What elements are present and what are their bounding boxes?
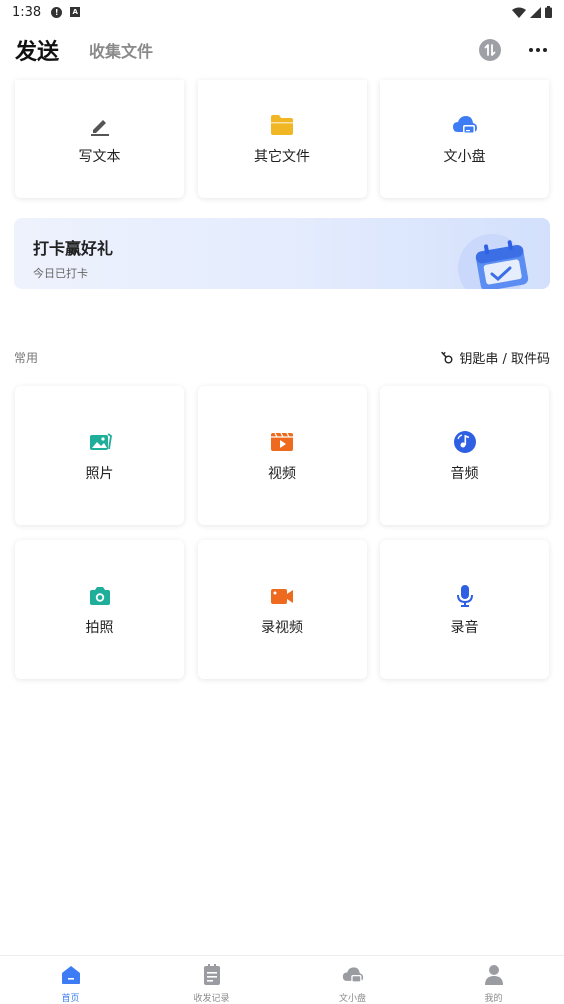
common-section-header: 常用 钥匙串 / 取件码 bbox=[14, 347, 550, 367]
audio-card[interactable]: 音频 bbox=[380, 386, 549, 525]
nav-item-home[interactable]: 首页 bbox=[0, 956, 141, 1004]
cloud-drive-card[interactable]: 文小盘 bbox=[380, 80, 549, 198]
tab-collect-files[interactable]: 收集文件 bbox=[89, 38, 153, 62]
banner-title: 打卡赢好礼 bbox=[33, 239, 114, 258]
section-title: 常用 bbox=[14, 350, 39, 365]
card-label: 录音 bbox=[450, 619, 479, 636]
nav-label: 收发记录 bbox=[193, 994, 230, 1004]
video-camera-icon bbox=[269, 583, 295, 609]
nav-label: 文小盘 bbox=[338, 994, 366, 1004]
record-audio-card[interactable]: 录音 bbox=[380, 540, 549, 679]
video-card[interactable]: 视频 bbox=[197, 386, 367, 525]
section-link-label: 钥匙串 / 取件码 bbox=[459, 351, 550, 367]
status-bar: 1:38 ! A bbox=[0, 0, 564, 24]
battery-icon bbox=[545, 6, 552, 18]
camera-icon bbox=[87, 583, 113, 609]
card-label: 写文本 bbox=[78, 149, 121, 165]
nav-item-profile[interactable]: 我的 bbox=[423, 956, 564, 1004]
more-button[interactable] bbox=[527, 44, 549, 56]
common-grid-row-1: 照片 视频 音频 bbox=[15, 386, 549, 525]
home-icon bbox=[60, 964, 82, 986]
checkin-banner[interactable]: 打卡赢好礼 今日已打卡 bbox=[14, 218, 550, 289]
key-icon bbox=[441, 351, 453, 363]
card-label: 录视频 bbox=[261, 619, 303, 636]
card-label: 照片 bbox=[85, 465, 114, 482]
tab-send[interactable]: 发送 bbox=[15, 34, 59, 66]
record-video-card[interactable]: 录视频 bbox=[197, 540, 367, 679]
nav-item-cloud-drive[interactable]: 文小盘 bbox=[282, 956, 423, 1004]
card-label: 拍照 bbox=[85, 619, 114, 636]
nav-label: 首页 bbox=[61, 994, 80, 1004]
cloud-drive-icon bbox=[452, 112, 478, 138]
bottom-nav: 首页 收发记录 文小盘 我的 bbox=[0, 955, 564, 1004]
calendar-check-icon bbox=[458, 234, 529, 289]
signal-icon bbox=[530, 6, 541, 18]
folder-icon bbox=[269, 112, 295, 138]
other-files-card[interactable]: 其它文件 bbox=[197, 80, 367, 198]
transfer-button[interactable] bbox=[479, 39, 501, 61]
profile-icon bbox=[483, 964, 505, 986]
video-icon bbox=[269, 429, 295, 455]
pencil-icon bbox=[87, 112, 113, 138]
app-notification-icon: A bbox=[70, 7, 81, 17]
keychain-pickup-code-link[interactable]: 钥匙串 / 取件码 bbox=[441, 348, 550, 367]
photo-icon bbox=[87, 429, 113, 455]
card-label: 音频 bbox=[450, 465, 479, 482]
notification-icon: ! bbox=[51, 6, 63, 18]
banner-subtitle: 今日已打卡 bbox=[33, 267, 88, 280]
records-icon bbox=[201, 964, 223, 986]
more-dot-icon bbox=[536, 48, 540, 52]
audio-icon bbox=[452, 429, 478, 455]
nav-label: 我的 bbox=[484, 994, 503, 1004]
more-dot-icon bbox=[543, 48, 547, 52]
common-grid-row-2: 拍照 录视频 录音 bbox=[15, 540, 549, 679]
status-indicators bbox=[512, 6, 552, 18]
card-label: 其它文件 bbox=[254, 149, 310, 165]
write-text-card[interactable]: 写文本 bbox=[15, 80, 184, 198]
nav-item-records[interactable]: 收发记录 bbox=[141, 956, 282, 1004]
cloud-drive-icon bbox=[342, 964, 364, 986]
photo-card[interactable]: 照片 bbox=[15, 386, 184, 525]
take-photo-card[interactable]: 拍照 bbox=[15, 540, 184, 679]
transfer-arrows-icon bbox=[484, 44, 496, 56]
microphone-icon bbox=[452, 583, 478, 609]
card-label: 视频 bbox=[268, 465, 296, 482]
card-label: 文小盘 bbox=[443, 149, 486, 165]
wifi-icon bbox=[512, 7, 526, 18]
send-type-row: 写文本 其它文件 文小盘 bbox=[15, 80, 549, 198]
more-dot-icon bbox=[529, 48, 533, 52]
app-header: 发送 收集文件 bbox=[0, 30, 564, 70]
status-time: 1:38 bbox=[12, 4, 42, 20]
